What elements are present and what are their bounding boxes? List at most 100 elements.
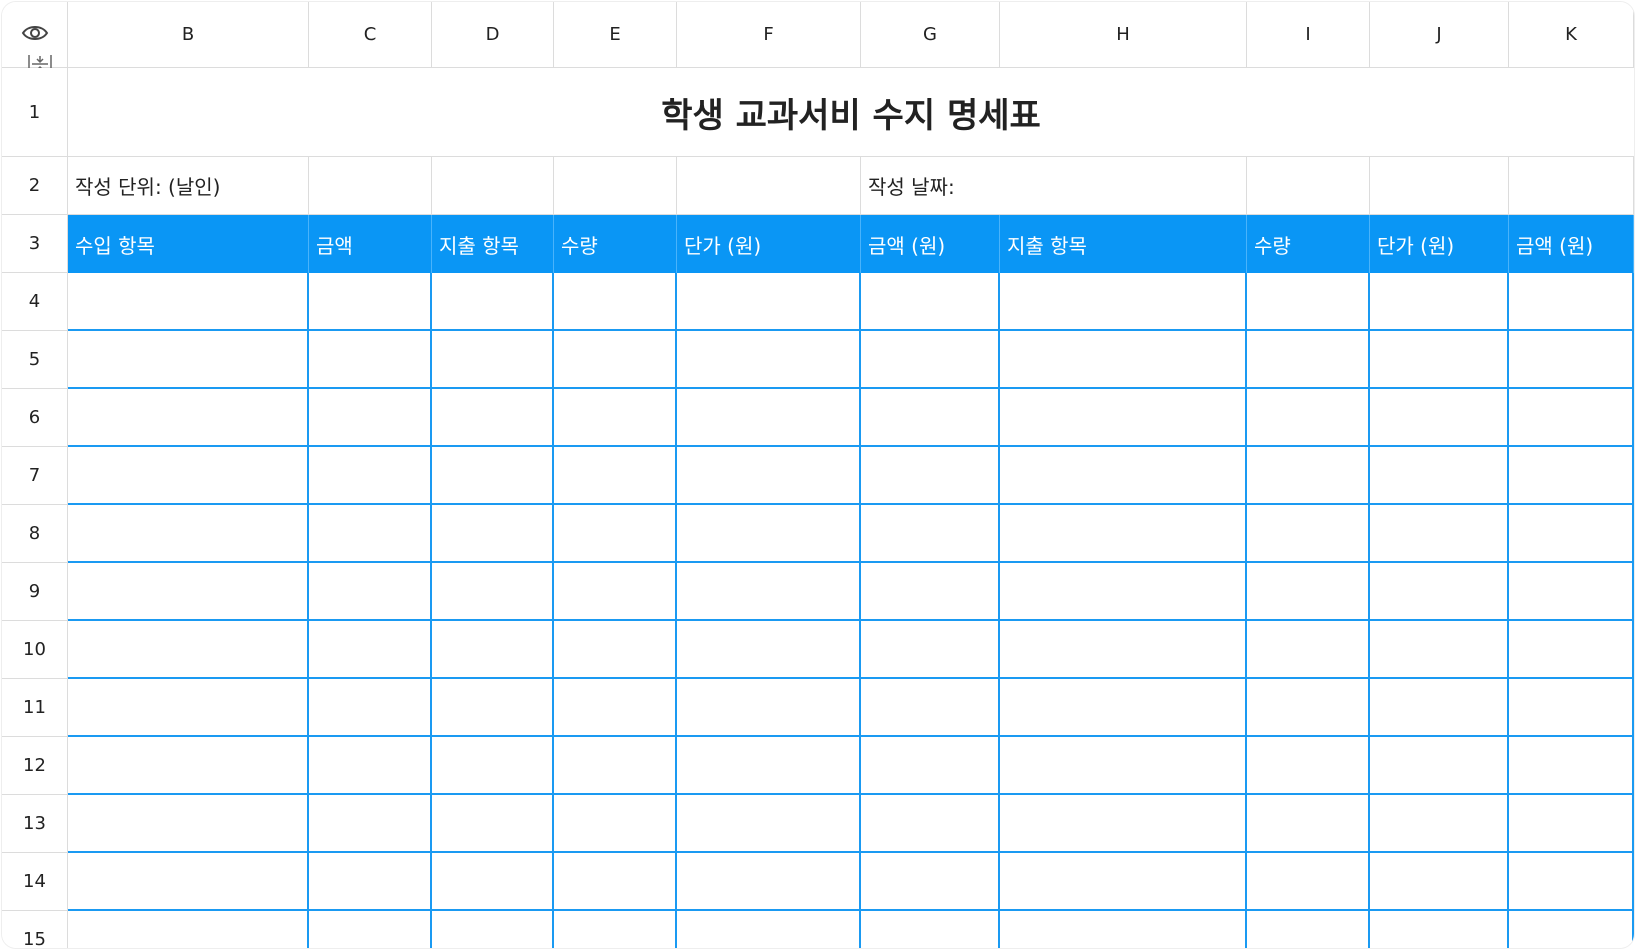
cell-g10[interactable] (861, 621, 1000, 679)
header-unit-price-2[interactable]: 단가 (원) (1370, 215, 1509, 273)
cell-j10[interactable] (1370, 621, 1509, 679)
cell-i9[interactable] (1247, 563, 1370, 621)
column-header-d[interactable]: D (432, 2, 554, 68)
cell-h12[interactable] (1000, 737, 1247, 795)
cell-g7[interactable] (861, 447, 1000, 505)
cell-e15[interactable] (554, 911, 677, 948)
cell-c10[interactable] (309, 621, 432, 679)
cell-i5[interactable] (1247, 331, 1370, 389)
cell-j12[interactable] (1370, 737, 1509, 795)
cell-j11[interactable] (1370, 679, 1509, 737)
column-header-g[interactable]: G (861, 2, 1000, 68)
cell-g4[interactable] (861, 273, 1000, 331)
cell-h8[interactable] (1000, 505, 1247, 563)
cell-h5[interactable] (1000, 331, 1247, 389)
column-header-k[interactable]: K (1509, 2, 1634, 68)
cell-i8[interactable] (1247, 505, 1370, 563)
cell-g15[interactable] (861, 911, 1000, 948)
cell-g13[interactable] (861, 795, 1000, 853)
cell-b5[interactable] (68, 331, 309, 389)
sheet-title[interactable]: 학생 교과서비 수지 명세표 (68, 68, 1634, 157)
cell-b14[interactable] (68, 853, 309, 911)
cell-h11[interactable] (1000, 679, 1247, 737)
cell-e7[interactable] (554, 447, 677, 505)
cell-i10[interactable] (1247, 621, 1370, 679)
cell-f13[interactable] (677, 795, 861, 853)
cell-f7[interactable] (677, 447, 861, 505)
cell-g12[interactable] (861, 737, 1000, 795)
cell-d9[interactable] (432, 563, 554, 621)
cell-d8[interactable] (432, 505, 554, 563)
cell-b12[interactable] (68, 737, 309, 795)
cell-j5[interactable] (1370, 331, 1509, 389)
cell-e10[interactable] (554, 621, 677, 679)
row-header-15[interactable]: 15 (2, 911, 68, 948)
row-header-14[interactable]: 14 (2, 853, 68, 911)
cell-j14[interactable] (1370, 853, 1509, 911)
cell-c14[interactable] (309, 853, 432, 911)
cell-h4[interactable] (1000, 273, 1247, 331)
cell-c9[interactable] (309, 563, 432, 621)
row-header-8[interactable]: 8 (2, 505, 68, 563)
cell-i7[interactable] (1247, 447, 1370, 505)
header-income-item[interactable]: 수입 항목 (68, 215, 309, 273)
cell-k7[interactable] (1509, 447, 1634, 505)
header-unit-price[interactable]: 단가 (원) (677, 215, 861, 273)
cell-f12[interactable] (677, 737, 861, 795)
cell-c11[interactable] (309, 679, 432, 737)
cell-c4[interactable] (309, 273, 432, 331)
column-header-b[interactable]: B (68, 2, 309, 68)
cell-d5[interactable] (432, 331, 554, 389)
cell-f8[interactable] (677, 505, 861, 563)
cell-e14[interactable] (554, 853, 677, 911)
cell-j7[interactable] (1370, 447, 1509, 505)
cell-b7[interactable] (68, 447, 309, 505)
column-header-i[interactable]: I (1247, 2, 1370, 68)
row-header-12[interactable]: 12 (2, 737, 68, 795)
cell-f5[interactable] (677, 331, 861, 389)
cell-g8[interactable] (861, 505, 1000, 563)
cell-c7[interactable] (309, 447, 432, 505)
cell-d13[interactable] (432, 795, 554, 853)
header-amount-won[interactable]: 금액 (원) (861, 215, 1000, 273)
cell-d15[interactable] (432, 911, 554, 948)
eye-icon[interactable] (21, 24, 49, 42)
column-header-f[interactable]: F (677, 2, 861, 68)
cell-k12[interactable] (1509, 737, 1634, 795)
cell-h9[interactable] (1000, 563, 1247, 621)
row-header-3[interactable]: 3 (2, 215, 68, 273)
cell-h15[interactable] (1000, 911, 1247, 948)
cell-d10[interactable] (432, 621, 554, 679)
cell-h14[interactable] (1000, 853, 1247, 911)
row-header-9[interactable]: 9 (2, 563, 68, 621)
cell-e8[interactable] (554, 505, 677, 563)
header-amount-won-2[interactable]: 금액 (원) (1509, 215, 1634, 273)
cell-e9[interactable] (554, 563, 677, 621)
cell-g9[interactable] (861, 563, 1000, 621)
cell-j8[interactable] (1370, 505, 1509, 563)
cell-j9[interactable] (1370, 563, 1509, 621)
column-header-j[interactable]: J (1370, 2, 1509, 68)
cell-e13[interactable] (554, 795, 677, 853)
cell-h10[interactable] (1000, 621, 1247, 679)
cell-c5[interactable] (309, 331, 432, 389)
cell-d7[interactable] (432, 447, 554, 505)
column-header-e[interactable]: E (554, 2, 677, 68)
row-header-5[interactable]: 5 (2, 331, 68, 389)
date-label-cell[interactable]: 작성 날짜: (861, 157, 1247, 215)
cell-b11[interactable] (68, 679, 309, 737)
column-header-c[interactable]: C (309, 2, 432, 68)
cell-b4[interactable] (68, 273, 309, 331)
cell-d11[interactable] (432, 679, 554, 737)
cell-b13[interactable] (68, 795, 309, 853)
row-header-13[interactable]: 13 (2, 795, 68, 853)
cell-k13[interactable] (1509, 795, 1634, 853)
header-amount[interactable]: 금액 (309, 215, 432, 273)
cell-h7[interactable] (1000, 447, 1247, 505)
cell-j4[interactable] (1370, 273, 1509, 331)
cell-c12[interactable] (309, 737, 432, 795)
cell-j2[interactable] (1370, 157, 1509, 215)
cell-d14[interactable] (432, 853, 554, 911)
cell-d2[interactable] (432, 157, 554, 215)
cell-e11[interactable] (554, 679, 677, 737)
